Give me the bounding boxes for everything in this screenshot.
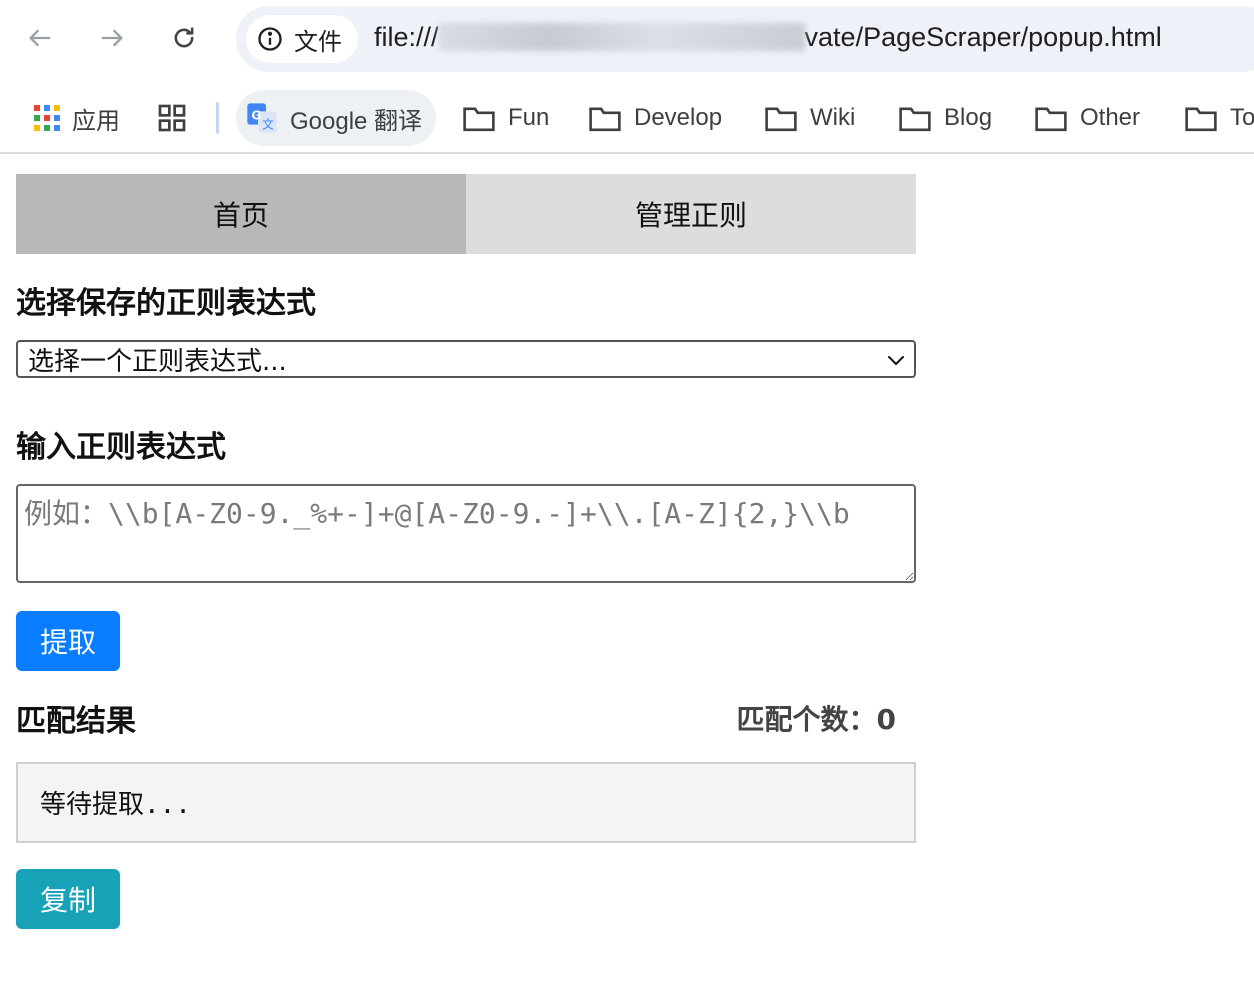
saved-regex-selected: 选择一个正则表达式... [28,346,287,377]
chevron-down-icon [888,356,904,365]
bookmark-apps[interactable]: 应用 [34,90,120,146]
reload-icon [174,27,194,48]
results-status: 等待提取... [40,790,191,820]
bookmark-apps-label: 应用 [72,107,120,135]
apps-grid-icon [34,105,60,131]
bookmark-folder-wiki[interactable]: Wiki [764,90,855,146]
saved-regex-select[interactable]: 选择一个正则表达式... [16,340,916,378]
arrow-left-icon [29,29,51,47]
bookmark-folder-to[interactable]: To [1184,90,1254,146]
google-translate-icon: G 文 [247,103,277,133]
reload-button[interactable] [164,18,204,58]
folder-icon [1035,107,1067,132]
url-redacted [438,22,805,51]
results-output: 等待提取... [16,762,916,843]
bookmark-folder-fun[interactable]: Fun [462,90,549,146]
site-chip-label: 文件 [294,27,342,56]
arrow-right-icon [101,29,123,47]
saved-regex-title: 选择保存的正则表达式 [16,286,316,321]
bookmark-folder-label: Blog [944,104,993,131]
folder-icon [1185,107,1217,132]
tab-groups-button[interactable] [156,90,188,146]
bookmarks-divider [216,102,219,134]
address-bar[interactable]: 文件 file:/// vate/PageScraper/popup.html [236,6,1254,72]
site-info-chip[interactable]: 文件 [246,15,358,63]
bookmark-folder-other[interactable]: Other [1034,90,1140,146]
info-icon [258,27,282,51]
bookmark-folder-label: Other [1080,104,1141,131]
bookmark-folder-label: To [1230,104,1254,131]
bookmark-translate-label: Google 翻译 [290,107,423,135]
match-count-value: 0 [876,703,896,736]
bookmark-google-translate[interactable]: G 文 Google 翻译 [236,90,437,146]
bookmark-folder-label: Fun [508,104,550,131]
popup-content: 首页 管理正则 选择保存的正则表达式 选择一个正则表达式... 输入正则表达式 … [16,174,916,929]
folder-icon [899,107,931,132]
regex-input[interactable] [16,484,916,583]
folder-icon [589,107,621,132]
tab-bar: 首页 管理正则 [16,174,916,254]
bookmark-folder-label: Wiki [810,104,856,131]
extract-button[interactable]: 提取 [16,611,120,671]
browser-toolbar: 文件 file:/// vate/PageScraper/popup.html [0,0,1254,78]
forward-button[interactable] [92,18,132,58]
bookmark-folder-label: Develop [634,104,723,131]
bookmark-folder-blog[interactable]: Blog [898,90,992,146]
tab-manage-regex[interactable]: 管理正则 [466,174,916,254]
match-count-label: 匹配个数： [736,703,877,736]
url-text: file:/// vate/PageScraper/popup.html [374,22,1162,53]
svg-text:G: G [251,108,261,122]
bookmarks-bar: 应用 G 文 Google 翻译 Fun Develop Wiki Blog O… [0,78,1254,154]
bookmark-folder-develop[interactable]: Develop [588,90,722,146]
back-button[interactable] [20,18,60,58]
match-count: 匹配个数：0 [737,698,897,738]
url-prefix: file:/// [374,22,439,52]
url-suffix: vate/PageScraper/popup.html [804,22,1162,52]
tab-home[interactable]: 首页 [16,174,466,254]
results-title: 匹配结果 [16,704,136,739]
copy-button[interactable]: 复制 [16,869,120,929]
svg-text:文: 文 [262,117,274,132]
folder-icon [765,107,797,132]
folder-icon [463,107,495,132]
input-regex-title: 输入正则表达式 [16,430,226,465]
tab-groups-icon [158,104,186,132]
